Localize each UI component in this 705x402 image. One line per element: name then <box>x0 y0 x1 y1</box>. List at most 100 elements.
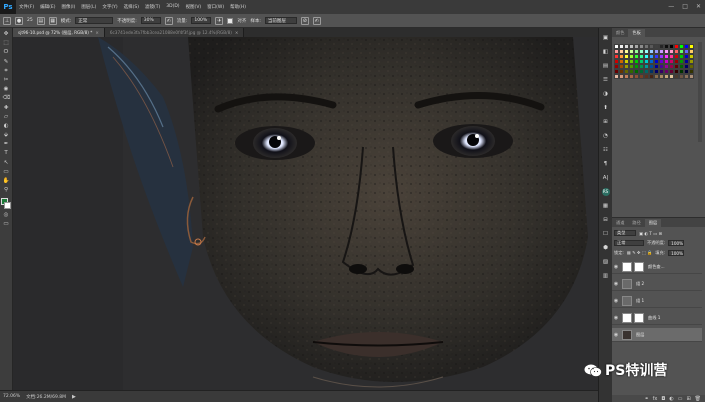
stamp-icon[interactable]: ⊥ <box>3 16 11 25</box>
status-menu-icon[interactable]: ▶ <box>72 394 76 400</box>
menu-item[interactable]: 选择(S) <box>121 4 142 10</box>
panel-toggle-icon[interactable]: ⊟ <box>602 216 610 224</box>
menu-item[interactable]: 图层(L) <box>78 4 99 10</box>
visibility-eye-icon[interactable]: ◉ <box>612 264 620 270</box>
tool-icon[interactable]: ◐ <box>3 123 10 130</box>
visibility-eye-icon[interactable]: ◉ <box>612 281 620 287</box>
layer-row[interactable]: ◉ 图层 <box>612 328 702 342</box>
tool-icon[interactable]: ▱ <box>3 114 10 121</box>
tool-icon[interactable]: ✋ <box>3 178 10 185</box>
tool-icon[interactable]: ⵔ <box>3 49 10 56</box>
swatches-panel-tab[interactable]: 色板 <box>628 29 645 37</box>
link-layers-icon[interactable]: ⚭ <box>644 396 648 402</box>
menu-item[interactable]: 文字(Y) <box>99 4 120 10</box>
tool-icon[interactable]: ↖ <box>3 160 10 167</box>
layers-panel-tab[interactable]: 通道 <box>612 219 628 227</box>
tool-icon[interactable]: ⚲ <box>3 187 10 194</box>
color-swatches[interactable] <box>1 198 11 210</box>
close-tab-icon[interactable]: × <box>235 30 239 35</box>
zoom-level[interactable]: 72.06% <box>3 394 20 399</box>
panel-toggle-icon[interactable]: ◑ <box>602 90 610 98</box>
tool-icon[interactable]: ✂ <box>3 77 10 84</box>
airbrush-icon[interactable]: ✈ <box>215 16 224 25</box>
maximize-button[interactable]: □ <box>682 3 688 11</box>
brush-settings-icon[interactable]: ▤ <box>36 16 45 25</box>
panel-toggle-icon[interactable]: ▦ <box>602 202 610 210</box>
panel-toggle-icon[interactable]: ▨ <box>602 258 610 266</box>
document-tab[interactable]: sjt96-10.psd @ 72% (图层, RGB/8) * × <box>13 28 105 37</box>
tool-icon[interactable]: ✚ <box>3 105 10 112</box>
mode-select[interactable]: 正常 <box>75 17 114 24</box>
layer-mask-thumbnail[interactable] <box>634 312 644 323</box>
tool-icon[interactable]: T <box>3 150 10 157</box>
pressure-opacity-icon[interactable]: ✍ <box>164 16 173 25</box>
layer-row[interactable]: ◉ 组 1 <box>612 294 702 308</box>
aligned-checkbox[interactable] <box>227 17 234 24</box>
menu-item[interactable]: 文件(F) <box>16 4 37 10</box>
flow-field[interactable]: 100% <box>191 17 212 24</box>
panel-toggle-icon[interactable]: ◧ <box>602 48 610 56</box>
opacity-field[interactable]: 30% <box>140 17 161 24</box>
sample-select[interactable]: 当前图层 <box>264 17 297 24</box>
layer-kind-filter[interactable]: 类型 <box>614 230 636 236</box>
document-tab[interactable]: 6c3741ede3fa7fbb3cea21088e0f4f3f.jpg @ 1… <box>104 28 245 37</box>
menu-item[interactable]: 编辑(E) <box>37 4 58 10</box>
filter-icons[interactable]: ▣ ◐ T ▭ ⊞ <box>639 231 662 236</box>
tool-icon[interactable]: ✒ <box>3 141 10 148</box>
menu-item[interactable]: 窗口(W) <box>204 4 227 10</box>
panel-toggle-icon[interactable]: ▥ <box>602 272 610 280</box>
layers-panel-tab[interactable]: 图层 <box>644 219 662 227</box>
panel-toggle-icon[interactable]: ▤ <box>602 62 610 70</box>
delete-layer-icon[interactable]: 🗑 <box>695 396 701 402</box>
visibility-eye-icon[interactable]: ◉ <box>612 298 620 304</box>
quick-mask-icon[interactable]: ◎ <box>3 212 10 219</box>
panel-toggle-icon[interactable]: ⊞ <box>602 118 610 126</box>
menu-item[interactable]: 滤镜(T) <box>142 4 163 10</box>
ignore-adjustment-icon[interactable]: ⊘ <box>300 16 309 25</box>
minimize-button[interactable]: — <box>668 3 674 11</box>
panel-toggle-icon[interactable]: ☷ <box>602 146 610 154</box>
layer-row[interactable]: ◉ 组 2 <box>612 277 702 291</box>
canvas[interactable] <box>13 37 598 390</box>
clone-source-icon[interactable]: ▦ <box>48 16 57 25</box>
tool-icon[interactable]: ◉ <box>3 86 10 93</box>
lock-icons[interactable]: ▦ ✎ ✥ ⬚ 🔒 <box>627 250 652 256</box>
panel-toggle-icon[interactable]: ¶ <box>602 160 610 168</box>
layer-mask-thumbnail[interactable] <box>634 261 644 272</box>
panel-toggle-icon[interactable]: ⬢ <box>602 244 610 252</box>
layer-opacity-field[interactable]: 100% <box>668 240 685 246</box>
close-tab-icon[interactable]: × <box>95 30 99 35</box>
tool-icon[interactable]: ⌗ <box>3 68 10 75</box>
panel-toggle-icon[interactable]: A| <box>602 174 610 182</box>
panel-toggle-icon[interactable]: ☰ <box>602 76 610 84</box>
new-group-icon[interactable]: ▭ <box>678 396 683 402</box>
blend-mode-select[interactable]: 正常 <box>614 240 644 246</box>
swatches-panel-tab[interactable]: 颜色 <box>612 29 628 37</box>
tool-icon[interactable]: ⬚ <box>3 40 10 47</box>
new-layer-icon[interactable]: ⊞ <box>686 396 690 402</box>
menu-item[interactable]: 图像(I) <box>58 4 78 10</box>
background-color[interactable] <box>4 202 11 210</box>
rs-plugin-icon[interactable]: RS <box>601 188 610 196</box>
layer-row[interactable]: ◉ 曲线 1 <box>612 311 702 325</box>
tool-icon[interactable]: ⌫ <box>3 95 11 102</box>
panel-toggle-icon[interactable]: ☐ <box>602 230 610 238</box>
menu-item[interactable]: 视图(V) <box>183 4 205 10</box>
panel-toggle-icon[interactable]: ▣ <box>602 34 610 42</box>
adjustment-layer-icon[interactable]: ◐ <box>669 396 673 402</box>
panel-toggle-icon[interactable]: ◔ <box>602 132 610 140</box>
tool-icon[interactable]: ▭ <box>3 169 10 176</box>
visibility-eye-icon[interactable]: ◉ <box>612 315 620 321</box>
screen-mode-icon[interactable]: ▭ <box>3 221 10 228</box>
add-mask-icon[interactable]: ◘ <box>661 396 665 402</box>
tool-icon[interactable]: ✎ <box>3 59 10 66</box>
panel-toggle-icon[interactable]: ⬆ <box>602 104 610 112</box>
menu-item[interactable]: 帮助(H) <box>227 4 249 10</box>
visibility-eye-icon[interactable]: ◉ <box>612 332 620 338</box>
layer-row[interactable]: ◉ 颜色查... <box>612 260 702 274</box>
layers-panel-tab[interactable]: 路径 <box>628 219 644 227</box>
color-swatch[interactable] <box>689 74 694 79</box>
tool-icon[interactable]: ⬙ <box>3 132 10 139</box>
close-button[interactable]: ✕ <box>696 3 701 11</box>
pressure-size-icon[interactable]: ✍ <box>312 16 321 25</box>
